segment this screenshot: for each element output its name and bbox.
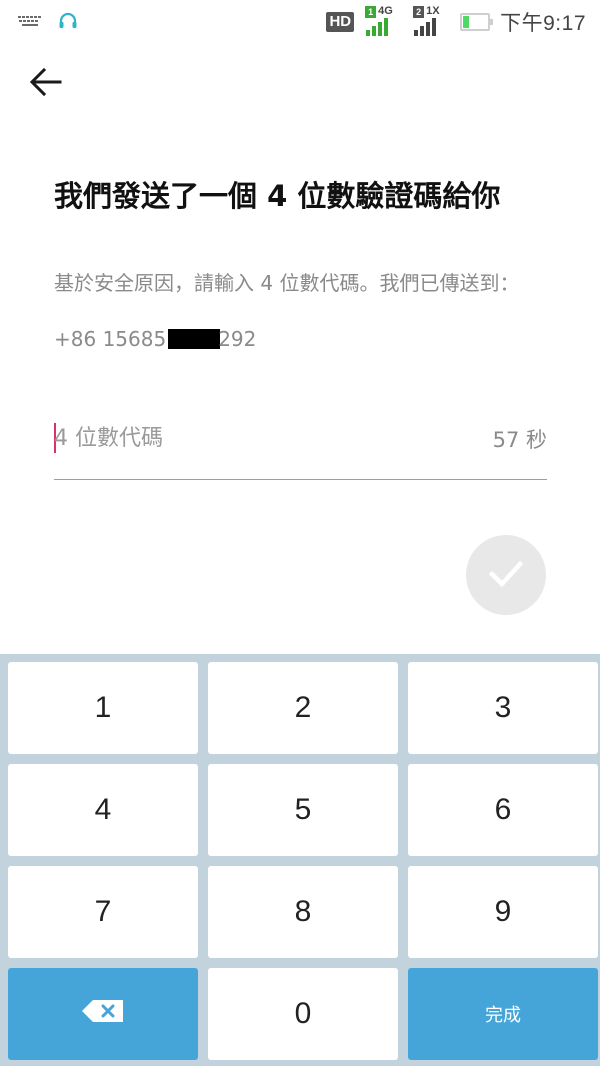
arrow-left-icon (28, 64, 64, 104)
hd-badge: HD (326, 12, 355, 32)
key-9[interactable]: 9 (408, 866, 598, 958)
sim1-signal-icon (366, 18, 389, 36)
battery-level (463, 16, 470, 28)
status-time: 下午9:17 (500, 12, 586, 35)
key-3[interactable]: 3 (408, 662, 598, 754)
backspace-key[interactable] (8, 968, 198, 1060)
back-button[interactable] (26, 64, 66, 104)
sim1-network: 4G (378, 5, 393, 17)
headphones-icon (58, 12, 78, 30)
sim1-signal: 1 4G (364, 5, 402, 38)
key-6[interactable]: 6 (408, 764, 598, 856)
key-4[interactable]: 4 (8, 764, 198, 856)
key-1[interactable]: 1 (8, 662, 198, 754)
phone-number: +86 15685 292 (54, 326, 256, 352)
sim2-slot: 2 (413, 6, 425, 18)
key-0[interactable]: 0 (208, 968, 398, 1060)
numeric-keypad: 1 2 3 4 5 6 7 8 9 0 完成 (0, 654, 600, 1066)
key-8[interactable]: 8 (208, 866, 398, 958)
page-subtitle: 基於安全原因，請輸入 4 位數代碼。我們已傳送到： (54, 271, 520, 295)
keyboard-icon (18, 14, 42, 28)
resend-timer: 57 秒 (492, 428, 547, 452)
status-bar: HD 1 4G 2 1X 下午9:17 (0, 0, 600, 44)
sim2-signal: 2 1X (412, 5, 450, 38)
phone-redaction (168, 329, 221, 349)
status-bar-right: HD 1 4G 2 1X 下午9:17 (326, 5, 586, 38)
phone-suffix: 292 (218, 327, 257, 351)
battery-icon (460, 13, 494, 31)
key-7[interactable]: 7 (8, 866, 198, 958)
check-icon (486, 553, 526, 597)
code-input[interactable] (54, 418, 454, 458)
key-5[interactable]: 5 (208, 764, 398, 856)
backspace-icon (81, 997, 125, 1031)
done-key[interactable]: 完成 (408, 968, 598, 1060)
code-field: 57 秒 (54, 418, 547, 480)
key-2[interactable]: 2 (208, 662, 398, 754)
sim2-signal-icon (414, 18, 437, 36)
sim1-slot: 1 (365, 6, 377, 18)
confirm-button[interactable] (466, 535, 546, 615)
page-title: 我們發送了一個 4 位數驗證碼給你 (54, 179, 501, 213)
sim2-network: 1X (426, 5, 440, 17)
status-bar-left (18, 12, 78, 30)
phone-prefix: +86 15685 (54, 327, 167, 351)
